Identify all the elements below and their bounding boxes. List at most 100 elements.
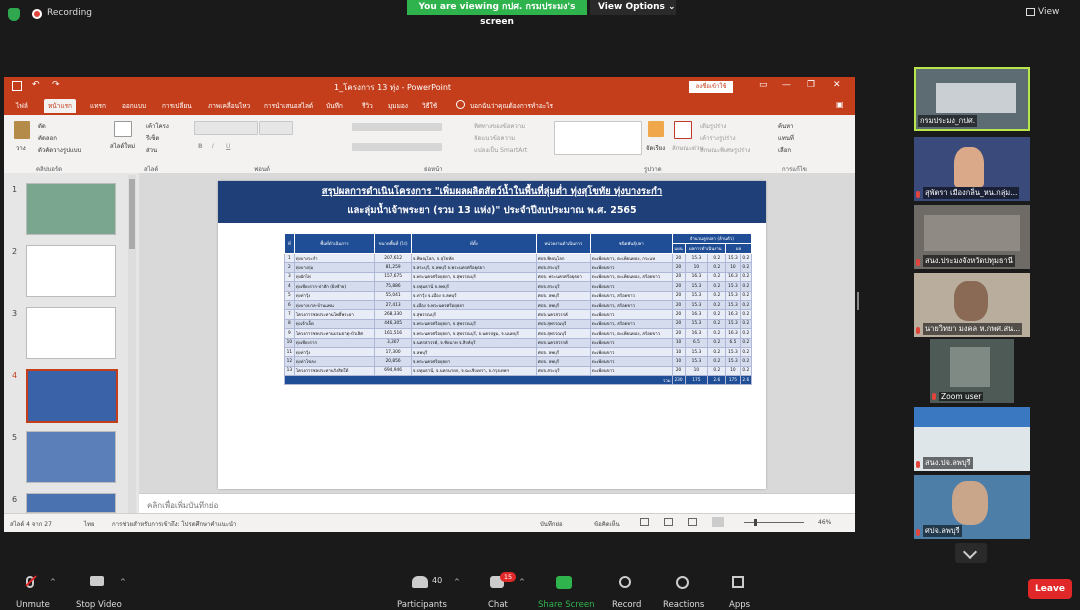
smartart-button[interactable]: แปลงเป็น SmartArt — [474, 145, 527, 155]
scrollbar-thumb[interactable] — [129, 179, 135, 249]
notes-button[interactable]: บันทึกย่อ — [540, 519, 563, 529]
layout-button[interactable]: เค้าโครง — [146, 121, 169, 131]
tell-me-search[interactable]: บอกฉันว่าคุณต้องการทำอะไร — [470, 101, 553, 111]
tab-file[interactable]: ไฟล์ — [16, 101, 28, 111]
find-button[interactable]: ค้นหา — [778, 121, 793, 131]
select-button[interactable]: เลือก — [778, 145, 791, 155]
slide-sorter-icon[interactable] — [664, 518, 673, 526]
participants-icon[interactable] — [412, 576, 428, 588]
text-direction-button[interactable]: ทิศทางของข้อความ — [474, 121, 525, 131]
slide-thumbnail-selected[interactable] — [26, 369, 118, 423]
close-icon[interactable]: ✕ — [833, 80, 841, 90]
reading-view-icon[interactable] — [688, 518, 697, 526]
undo-icon[interactable]: ↶ — [32, 80, 40, 90]
arrange-button[interactable]: จัดเรียง — [646, 143, 665, 153]
format-painter-button[interactable]: ตัวคัดวางรูปแบบ — [38, 145, 81, 155]
new-slide-button[interactable]: สไลด์ใหม่ — [110, 141, 135, 151]
zoom-level[interactable]: 46% — [818, 519, 831, 526]
shape-fill-button[interactable]: เติมรูปร่าง — [700, 121, 726, 131]
panel-divider-handle[interactable] — [857, 292, 859, 310]
sign-in-button[interactable]: ลงชื่อเข้าใช้ — [689, 81, 733, 93]
restore-icon[interactable]: ❐ — [807, 80, 815, 90]
minimize-icon[interactable]: — — [782, 80, 791, 90]
italic-icon[interactable]: I — [212, 143, 214, 150]
chevron-up-icon[interactable]: ^ — [519, 578, 525, 586]
cut-button[interactable]: ตัด — [38, 121, 46, 131]
accessibility-status[interactable]: การช่วยสำหรับการเข้าถึง: โปรดศึกษาคำแนะน… — [112, 519, 236, 529]
view-grid-icon[interactable] — [1026, 8, 1035, 16]
shape-effects-button[interactable]: ลักษณะพิเศษรูปร่าง — [700, 145, 750, 155]
tab-design[interactable]: ออกแบบ — [122, 101, 146, 111]
record-button[interactable]: Record — [612, 600, 641, 610]
arrange-icon[interactable] — [648, 121, 664, 137]
slide-thumbnail[interactable] — [26, 183, 116, 235]
video-camera-icon[interactable] — [90, 576, 104, 586]
reset-button[interactable]: รีเซ็ต — [146, 133, 159, 143]
tab-slideshow[interactable]: การนำเสนอสไลด์ — [264, 101, 313, 111]
chevron-up-icon[interactable]: ^ — [50, 578, 56, 586]
zoom-slider[interactable] — [744, 522, 804, 523]
apps-button[interactable]: Apps — [729, 600, 750, 610]
slide-thumbnail[interactable] — [26, 431, 116, 483]
slide-thumbnail[interactable] — [26, 245, 116, 297]
leave-button[interactable]: Leave — [1028, 579, 1072, 599]
tab-record[interactable]: บันทึก — [326, 101, 343, 111]
font-size-box[interactable] — [259, 121, 293, 135]
unmute-button[interactable]: Unmute — [16, 600, 50, 610]
video-tile[interactable]: ศปจ.ลพบุรี — [914, 475, 1030, 539]
quick-styles-button[interactable]: ลักษณะด่วน — [672, 143, 703, 153]
shapes-gallery[interactable] — [554, 121, 642, 155]
bold-icon[interactable]: B — [198, 143, 203, 150]
paste-button[interactable]: วาง — [16, 143, 26, 153]
video-tile[interactable]: นายวิทยา มงคล ห.กพศ.สน... — [914, 273, 1030, 337]
slide[interactable]: สรุปผลการดำเนินโครงการ "เพิ่มผลผลิตสัตว์… — [218, 181, 766, 489]
paste-icon[interactable] — [14, 121, 30, 139]
comments-icon[interactable]: ▣ — [836, 100, 844, 109]
share-screen-icon[interactable] — [556, 576, 572, 589]
reactions-icon[interactable] — [676, 576, 689, 589]
save-icon[interactable] — [12, 81, 22, 91]
video-tile[interactable]: สนง.ประมงจังหวัดปทุมธานี — [914, 205, 1030, 269]
reactions-button[interactable]: Reactions — [663, 600, 704, 610]
video-tile[interactable]: สุพัตรา เมืองกลิ่น_หน.กลุ่ม... — [914, 137, 1030, 201]
normal-view-icon[interactable] — [640, 518, 649, 526]
underline-icon[interactable]: U — [226, 143, 230, 150]
chat-button[interactable]: Chat — [488, 600, 508, 610]
tab-view[interactable]: มุมมอง — [388, 101, 408, 111]
tab-review[interactable]: รีวิว — [362, 101, 373, 111]
chevron-up-icon[interactable]: ^ — [454, 578, 460, 586]
video-tile[interactable]: Zoom user — [930, 339, 1014, 403]
tab-home[interactable]: หน้าแรก — [44, 99, 76, 113]
video-tile[interactable]: กรมประมง_กปศ. — [914, 67, 1030, 131]
video-tile[interactable]: สนง.ปจ.ลพบุรี — [914, 407, 1030, 471]
shield-icon[interactable] — [8, 8, 20, 21]
copy-button[interactable]: คัดลอก — [38, 133, 57, 143]
record-icon[interactable] — [619, 576, 631, 588]
zoom-slider-thumb[interactable] — [754, 519, 757, 526]
list-icons[interactable] — [352, 123, 442, 131]
apps-icon[interactable] — [732, 576, 744, 588]
stop-video-button[interactable]: Stop Video — [76, 600, 122, 610]
replace-button[interactable]: แทนที่ — [778, 133, 794, 143]
tab-transitions[interactable]: การเปลี่ยน — [162, 101, 192, 111]
view-button[interactable]: View — [1038, 7, 1059, 17]
language-indicator[interactable]: ไทย — [84, 519, 95, 529]
tab-insert[interactable]: แทรก — [90, 101, 106, 111]
slide-thumbnail[interactable] — [26, 493, 116, 513]
slide-thumbnail[interactable] — [26, 307, 116, 359]
slideshow-icon[interactable] — [712, 517, 724, 527]
font-name-box[interactable] — [194, 121, 258, 135]
notes-pane[interactable]: คลิกเพื่อเพิ่มบันทึกย่อ — [139, 493, 855, 514]
shape-outline-button[interactable]: เค้าร่างรูปร่าง — [700, 133, 736, 143]
share-screen-button[interactable]: Share Screen — [538, 600, 594, 610]
tab-help[interactable]: วิธีใช้ — [422, 101, 437, 111]
chevron-up-icon[interactable]: ^ — [120, 578, 126, 586]
align-text-button[interactable]: จัดแนวข้อความ — [474, 133, 515, 143]
tab-animations[interactable]: ภาพเคลื่อนไหว — [208, 101, 250, 111]
view-options-button[interactable]: View Options ⌄ — [590, 0, 676, 15]
align-icons[interactable] — [352, 143, 442, 151]
ribbon-options-icon[interactable]: ▭ — [759, 80, 768, 90]
section-button[interactable]: ส่วน — [146, 145, 157, 155]
redo-icon[interactable]: ↷ — [52, 80, 60, 90]
new-slide-icon[interactable] — [114, 121, 132, 137]
